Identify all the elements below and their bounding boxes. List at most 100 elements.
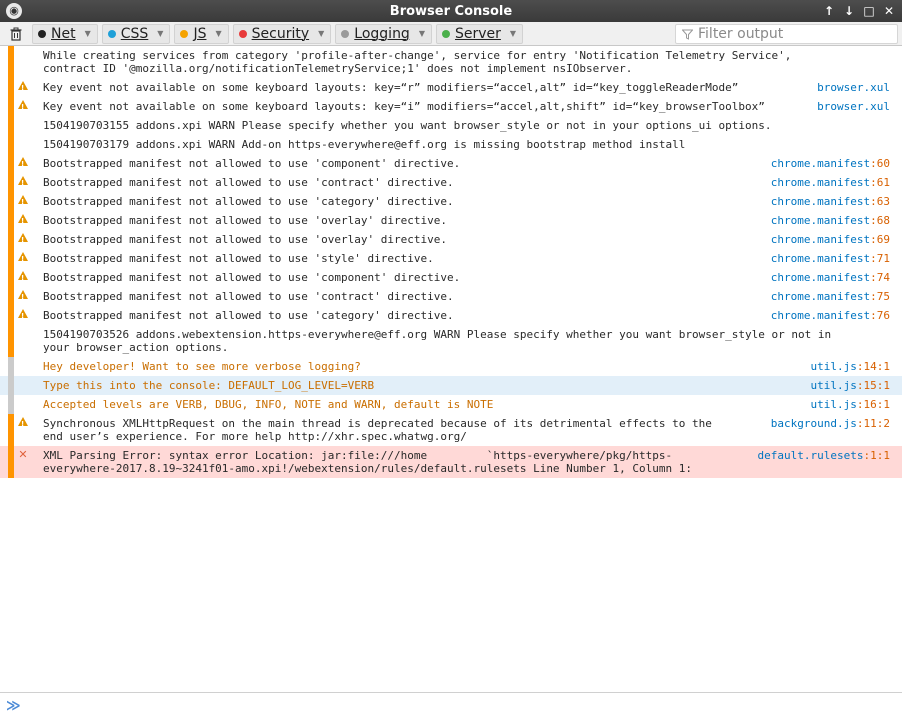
category-bar: [8, 192, 14, 211]
console-input[interactable]: ≫: [0, 692, 902, 718]
category-bar: [8, 154, 14, 173]
error-icon: ✕: [18, 448, 28, 461]
chevron-down-icon[interactable]: ▼: [510, 29, 516, 38]
console-message[interactable]: Accepted levels are VERB, DBUG, INFO, NO…: [0, 395, 902, 414]
filter-js-button[interactable]: JS ▼: [174, 23, 229, 44]
keep-above-icon[interactable]: ↑: [822, 2, 836, 20]
message-text: 1504190703526 addons.webextension.https-…: [43, 328, 831, 354]
message-line: 1504190703155 addons.xpi WARN Please spe…: [43, 119, 772, 132]
console-message[interactable]: Bootstrapped manifest not allowed to use…: [0, 268, 902, 287]
message-text: Synchronous XMLHttpRequest on the main t…: [43, 417, 712, 443]
console-message[interactable]: Bootstrapped manifest not allowed to use…: [0, 230, 902, 249]
source-link[interactable]: util.js:16:1: [811, 398, 890, 411]
console-message[interactable]: Key event not available on some keyboard…: [0, 78, 902, 97]
maximize-icon[interactable]: □: [862, 2, 876, 20]
chevron-down-icon[interactable]: ▼: [419, 29, 425, 38]
source-link[interactable]: background.js:11:2: [771, 417, 890, 430]
source-link[interactable]: chrome.manifest:68: [771, 214, 890, 227]
message-line: XML Parsing Error: syntax error Location…: [43, 449, 673, 462]
warning-icon: [17, 417, 29, 430]
message-line: everywhere-2017.8.19~3241f01-amo.xpi!/we…: [43, 462, 693, 475]
console-message[interactable]: Type this into the console: DEFAULT_LOG_…: [0, 376, 902, 395]
filter-security-button[interactable]: Security ▼: [232, 23, 332, 44]
source-line: :69: [870, 233, 890, 246]
source-line: :74: [870, 271, 890, 284]
clear-console-button[interactable]: [4, 23, 28, 45]
console-message[interactable]: Bootstrapped manifest not allowed to use…: [0, 211, 902, 230]
message-line: Bootstrapped manifest not allowed to use…: [43, 157, 461, 170]
chevron-down-icon[interactable]: ▼: [215, 29, 221, 38]
console-message[interactable]: Key event not available on some keyboard…: [0, 97, 902, 116]
warning-icon: [17, 157, 29, 170]
source-line: :60: [870, 157, 890, 170]
console-message[interactable]: 1504190703155 addons.xpi WARN Please spe…: [0, 116, 902, 135]
console-message[interactable]: 1504190703179 addons.xpi WARN Add-on htt…: [0, 135, 902, 154]
source-file: chrome.manifest: [770, 157, 871, 170]
source-link[interactable]: chrome.manifest:74: [771, 271, 890, 284]
console-message[interactable]: Bootstrapped manifest not allowed to use…: [0, 192, 902, 211]
filter-output-input[interactable]: Filter output: [675, 24, 898, 44]
category-bar: [8, 135, 14, 154]
category-bar: [8, 46, 14, 78]
chevron-down-icon[interactable]: ▼: [85, 29, 91, 38]
source-link[interactable]: chrome.manifest:75: [771, 290, 890, 303]
source-link[interactable]: chrome.manifest:76: [771, 309, 890, 322]
source-link[interactable]: default.rulesets:1:1: [758, 449, 890, 462]
source-file: chrome.manifest: [770, 290, 871, 303]
source-link[interactable]: chrome.manifest:69: [771, 233, 890, 246]
console-message[interactable]: Hey developer! Want to see more verbose …: [0, 357, 902, 376]
category-bar: [8, 306, 14, 325]
app-icon: ◉: [6, 3, 22, 19]
filter-label: Net: [51, 25, 76, 42]
message-text: XML Parsing Error: syntax error Location…: [43, 449, 692, 475]
console-message[interactable]: While creating services from category 'p…: [0, 46, 902, 78]
message-text: Bootstrapped manifest not allowed to use…: [43, 214, 447, 227]
filter-dot-icon: [107, 29, 116, 38]
source-link[interactable]: util.js:15:1: [811, 379, 890, 392]
title-bar: ◉ Browser Console ↑ ↓ □ ✕: [0, 0, 902, 22]
warning-icon: [17, 81, 29, 94]
message-line: Bootstrapped manifest not allowed to use…: [43, 233, 447, 246]
category-bar: [8, 78, 14, 97]
category-bar: [8, 325, 14, 357]
source-link[interactable]: chrome.manifest:71: [771, 252, 890, 265]
category-bar: [8, 211, 14, 230]
category-bar: [8, 97, 14, 116]
filter-server-button[interactable]: Server ▼: [435, 23, 524, 44]
source-file: browser.xul: [817, 81, 890, 94]
source-line: :11:2: [856, 417, 890, 430]
source-link[interactable]: browser.xul: [817, 81, 890, 94]
window-title: Browser Console: [389, 3, 513, 19]
category-bar: [8, 268, 14, 287]
console-message[interactable]: ✕ XML Parsing Error: syntax error Locatio…: [0, 446, 902, 478]
source-link[interactable]: util.js:14:1: [811, 360, 890, 373]
filter-label: Server: [454, 25, 501, 42]
source-link[interactable]: chrome.manifest:61: [771, 176, 890, 189]
close-icon[interactable]: ✕: [882, 2, 896, 20]
trash-icon: [10, 27, 22, 41]
console-message[interactable]: Bootstrapped manifest not allowed to use…: [0, 287, 902, 306]
message-text: Bootstrapped manifest not allowed to use…: [43, 157, 460, 170]
filter-logging-button[interactable]: Logging ▼: [335, 23, 432, 44]
console-message[interactable]: Bootstrapped manifest not allowed to use…: [0, 249, 902, 268]
console-message[interactable]: Bootstrapped manifest not allowed to use…: [0, 306, 902, 325]
chevron-down-icon[interactable]: ▼: [157, 29, 163, 38]
source-link[interactable]: browser.xul: [817, 100, 890, 113]
chevron-down-icon[interactable]: ▼: [318, 29, 324, 38]
category-bar: [8, 357, 14, 376]
filter-net-button[interactable]: Net ▼: [32, 23, 98, 44]
message-line: Bootstrapped manifest not allowed to use…: [43, 176, 454, 189]
warning-icon: [17, 195, 29, 208]
console-message[interactable]: Synchronous XMLHttpRequest on the main t…: [0, 414, 902, 446]
minimize-icon[interactable]: ↓: [842, 2, 856, 20]
message-text: Bootstrapped manifest not allowed to use…: [43, 233, 447, 246]
source-link[interactable]: chrome.manifest:63: [771, 195, 890, 208]
console-message[interactable]: Bootstrapped manifest not allowed to use…: [0, 173, 902, 192]
source-link[interactable]: chrome.manifest:60: [771, 157, 890, 170]
prompt-icon: ≫: [6, 697, 21, 714]
category-bar: [8, 287, 14, 306]
filter-dot-icon: [180, 29, 189, 38]
filter-css-button[interactable]: CSS ▼: [101, 23, 171, 44]
console-message[interactable]: Bootstrapped manifest not allowed to use…: [0, 154, 902, 173]
console-message[interactable]: 1504190703526 addons.webextension.https-…: [0, 325, 902, 357]
